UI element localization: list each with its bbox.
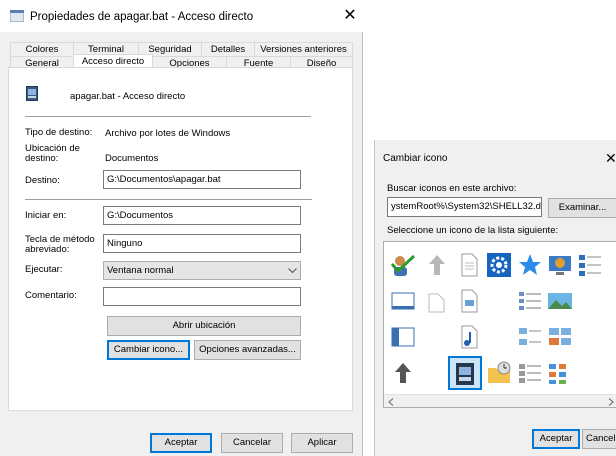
target-label: Destino: bbox=[25, 175, 60, 186]
apply-button[interactable]: Aplicar bbox=[291, 433, 353, 453]
landscape-icon[interactable] bbox=[547, 288, 573, 314]
divider bbox=[25, 116, 311, 117]
open-location-button[interactable]: Abrir ubicación bbox=[107, 316, 301, 336]
run-select[interactable]: Ventana normal bbox=[103, 261, 301, 280]
selected-icon-highlight[interactable] bbox=[448, 356, 482, 390]
film-icon bbox=[456, 363, 474, 385]
target-location-value: Documentos bbox=[105, 153, 159, 164]
image-document-icon[interactable] bbox=[456, 288, 482, 314]
folder-clock-icon[interactable] bbox=[486, 360, 512, 386]
chevron-right-icon[interactable] bbox=[608, 398, 614, 406]
run-select-value: Ventana normal bbox=[107, 265, 174, 276]
window-title: Propiedades de apagar.bat - Acceso direc… bbox=[30, 11, 254, 23]
details-view-icon[interactable] bbox=[517, 288, 543, 314]
music-document-icon[interactable] bbox=[456, 324, 482, 350]
target-type-label: Tipo de destino: bbox=[25, 127, 93, 138]
title-bar: Propiedades de apagar.bat - Acceso direc… bbox=[0, 0, 363, 32]
ok-button[interactable]: Aceptar bbox=[532, 429, 580, 449]
horizontal-scrollbar[interactable] bbox=[384, 394, 616, 407]
dialog-title: Cambiar icono bbox=[383, 153, 448, 164]
start-in-label: Iniciar en: bbox=[25, 210, 67, 221]
tab-detalles[interactable]: Detalles bbox=[201, 42, 255, 56]
display-photo-icon[interactable] bbox=[547, 252, 573, 278]
target-type-value: Archivo por lotes de Windows bbox=[105, 128, 231, 139]
search-icons-label: Buscar iconos en este archivo: bbox=[387, 183, 517, 194]
run-label: Ejecutar: bbox=[25, 264, 63, 275]
shortcut-key-label: Tecla de método abreviado: bbox=[25, 234, 95, 255]
thumb-list-icon[interactable] bbox=[517, 360, 543, 386]
close-icon[interactable]: ✕ bbox=[340, 6, 360, 26]
icon-file-path-field[interactable]: ystemRoot%\System32\SHELL32.dll bbox=[387, 197, 542, 217]
star-icon[interactable] bbox=[517, 252, 543, 278]
comment-field[interactable] bbox=[103, 287, 301, 306]
thumb-list-color-icon[interactable] bbox=[547, 360, 573, 386]
tab-versiones-anteriores[interactable]: Versiones anteriores bbox=[254, 42, 353, 56]
close-icon[interactable]: ✕ bbox=[605, 150, 616, 167]
users-check-icon[interactable] bbox=[390, 252, 416, 278]
blank-document-icon[interactable] bbox=[424, 288, 450, 314]
gear-icon[interactable] bbox=[486, 252, 512, 278]
cancel-button[interactable]: Cancelar bbox=[221, 433, 283, 453]
browse-button[interactable]: Examinar... bbox=[548, 198, 616, 218]
comment-label: Comentario: bbox=[25, 290, 77, 301]
cancel-button[interactable]: Cancelar bbox=[582, 429, 616, 449]
chevron-down-icon bbox=[288, 268, 297, 274]
start-in-field[interactable]: G:\Documentos bbox=[103, 206, 301, 225]
shortcut-key-field[interactable]: Ninguno bbox=[103, 234, 301, 253]
target-field[interactable]: G:\Documentos\apagar.bat bbox=[103, 170, 301, 189]
tab-colores[interactable]: Colores bbox=[10, 42, 74, 56]
icon-list[interactable] bbox=[383, 241, 616, 408]
batch-file-icon bbox=[26, 86, 38, 101]
target-location-label: Ubicación de destino: bbox=[25, 143, 80, 164]
window-icon[interactable] bbox=[390, 288, 416, 314]
sidebar-window-icon[interactable] bbox=[390, 324, 416, 350]
up-arrow-icon[interactable] bbox=[424, 252, 450, 278]
thumbnails-icon[interactable] bbox=[517, 324, 543, 350]
ok-button[interactable]: Aceptar bbox=[150, 433, 212, 453]
divider bbox=[25, 199, 312, 200]
properties-window: Propiedades de apagar.bat - Acceso direc… bbox=[0, 0, 363, 456]
shortcut-tab-page: apagar.bat - Acceso directo Tipo de dest… bbox=[8, 67, 353, 411]
thumbnails-grid-icon[interactable] bbox=[547, 324, 573, 350]
chevron-left-icon[interactable] bbox=[388, 398, 394, 406]
advanced-options-button[interactable]: Opciones avanzadas... bbox=[194, 340, 301, 360]
change-icon-dialog: Cambiar icono ✕ Buscar iconos en este ar… bbox=[374, 140, 616, 456]
shortcut-name: apagar.bat - Acceso directo bbox=[70, 91, 186, 102]
up-arrow-icon[interactable] bbox=[390, 360, 416, 386]
shortcut-window-icon bbox=[10, 10, 24, 22]
document-icon[interactable] bbox=[456, 252, 482, 278]
change-icon-button[interactable]: Cambiar icono... bbox=[107, 340, 190, 360]
select-icon-label: Seleccione un icono de la lista siguient… bbox=[387, 225, 559, 236]
tab-row-1: Colores Terminal Seguridad Detalles Vers… bbox=[10, 42, 353, 56]
list-view-icon[interactable] bbox=[577, 252, 603, 278]
